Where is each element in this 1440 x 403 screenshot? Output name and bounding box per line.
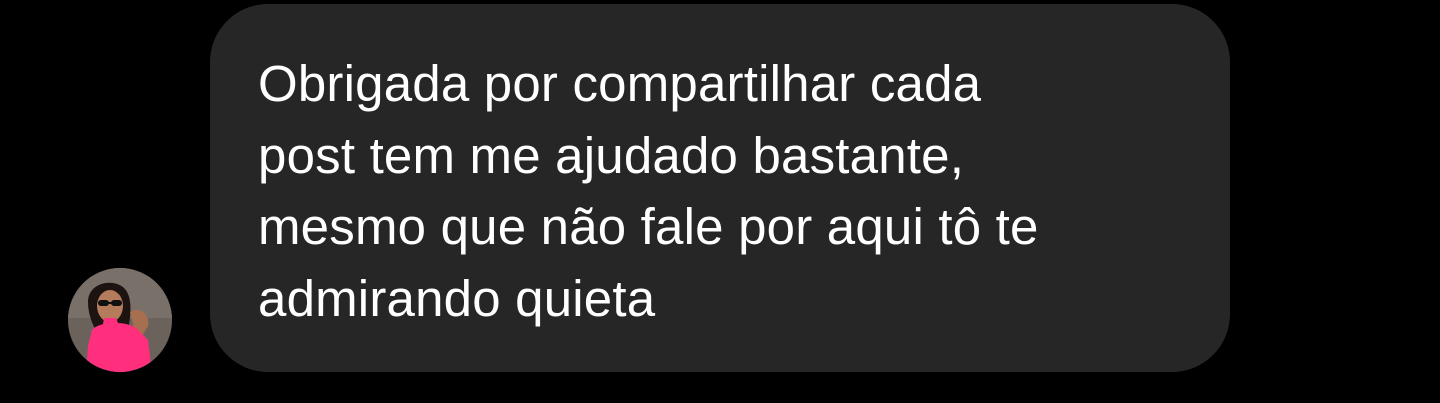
- chat-screen: Obrigada por compartilhar cada post tem …: [0, 0, 1440, 403]
- sender-avatar-photo: [68, 268, 172, 372]
- sender-avatar[interactable]: [68, 268, 172, 372]
- message-bubble[interactable]: Obrigada por compartilhar cada post tem …: [210, 4, 1230, 372]
- message-text: Obrigada por compartilhar cada post tem …: [258, 55, 1039, 327]
